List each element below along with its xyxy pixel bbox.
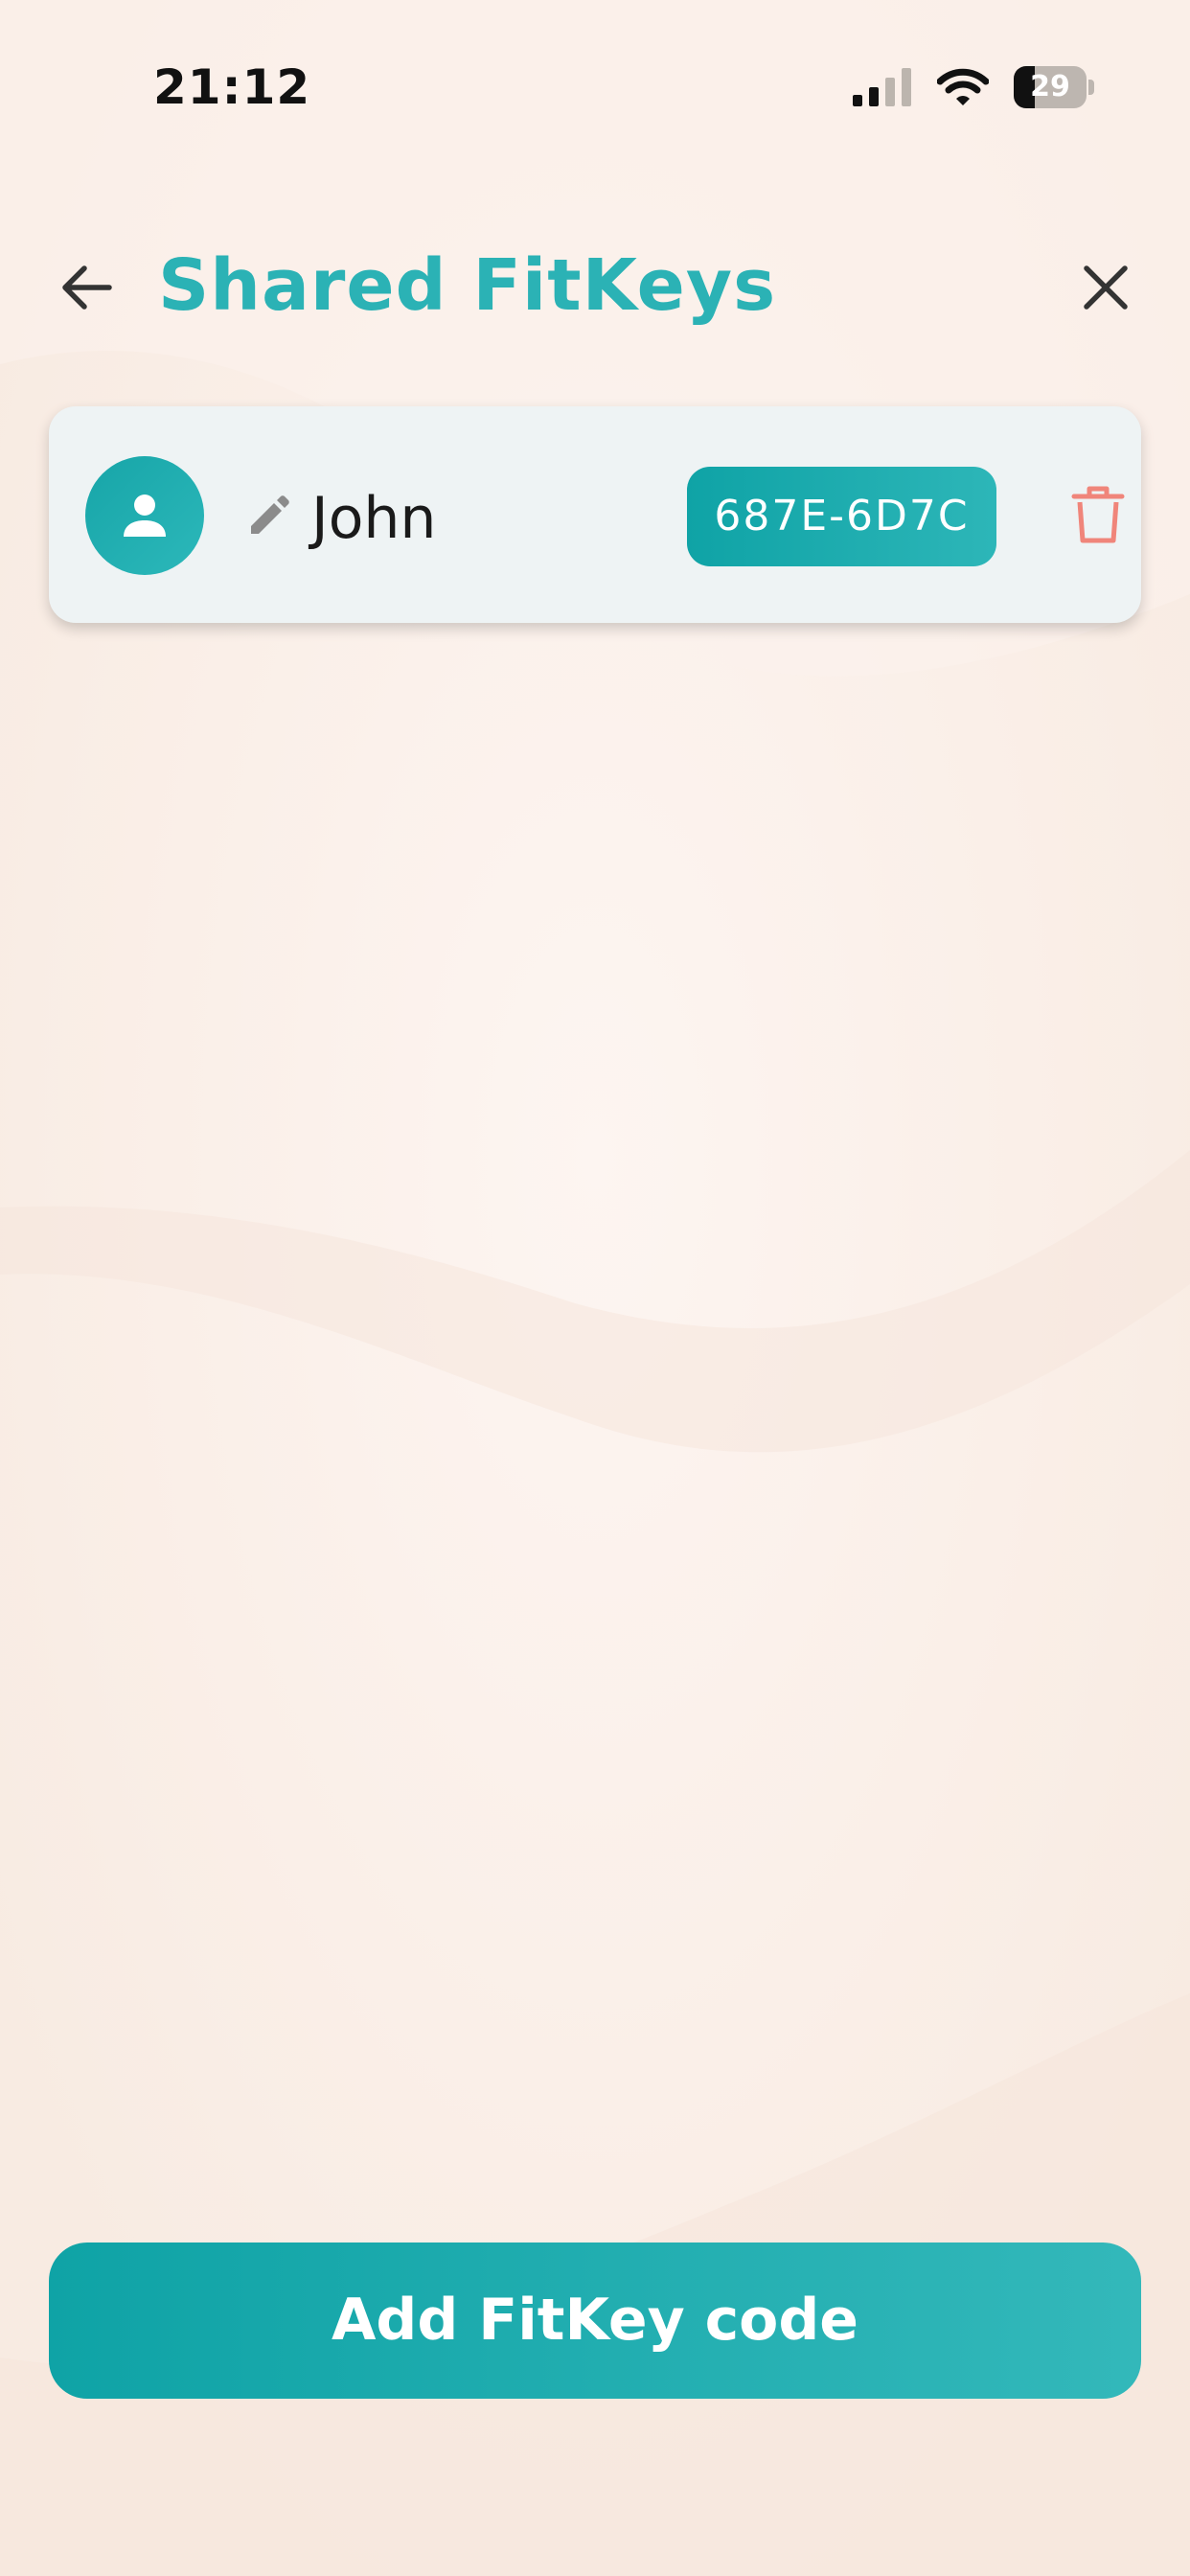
- shared-fitkey-card: John 687E-6D7C: [49, 406, 1141, 623]
- wifi-icon: [937, 68, 989, 105]
- status-time: 21:12: [153, 59, 311, 115]
- background-waves: [0, 0, 1190, 2576]
- back-button[interactable]: [50, 251, 123, 324]
- trash-icon[interactable]: [1066, 483, 1130, 546]
- avatar: [85, 456, 204, 575]
- page-title: Shared FitKeys: [158, 244, 777, 327]
- arrow-left-icon: [62, 265, 112, 310]
- close-icon: [1084, 265, 1128, 310]
- fitkey-code-badge: 687E-6D7C: [687, 467, 996, 566]
- pencil-icon[interactable]: [245, 494, 291, 540]
- status-icons: 29: [853, 63, 1094, 111]
- cellular-signal-icon: [853, 68, 911, 106]
- battery-percent: 29: [1030, 70, 1070, 104]
- contact-name[interactable]: John: [311, 485, 436, 552]
- close-button[interactable]: [1069, 251, 1142, 324]
- battery-icon: 29: [1014, 66, 1094, 108]
- add-fitkey-code-button[interactable]: Add FitKey code: [49, 2242, 1141, 2399]
- person-icon: [124, 494, 166, 537]
